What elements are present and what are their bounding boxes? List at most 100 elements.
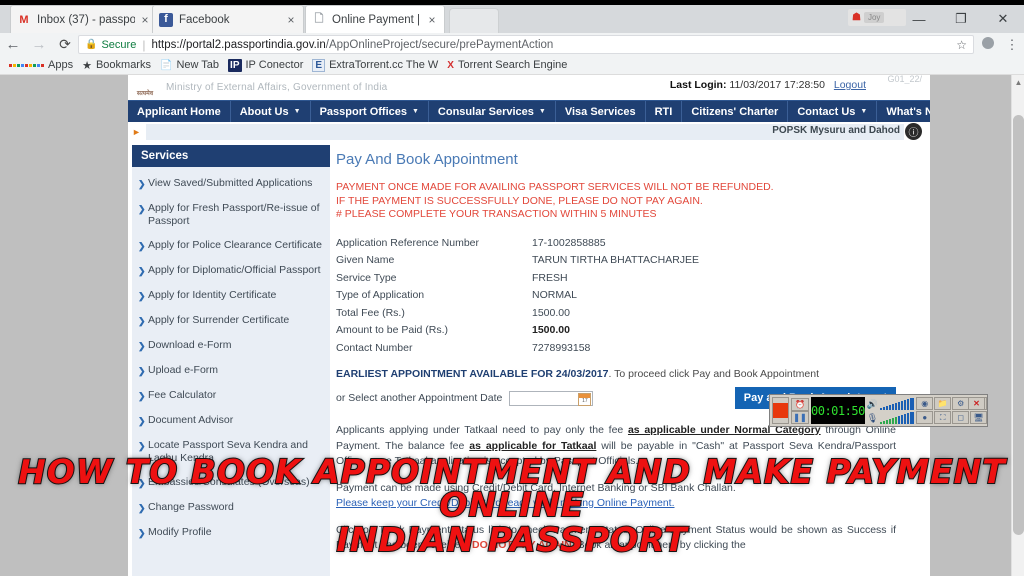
chevron-right-icon: ❯ bbox=[138, 241, 146, 251]
sidebar-item-label: Modify Profile bbox=[148, 526, 212, 538]
chevron-down-icon: ▼ bbox=[538, 108, 546, 115]
sidebar-item-label: Apply for Identity Certificate bbox=[148, 289, 277, 301]
nav-whats-new[interactable]: What's New bbox=[877, 101, 930, 122]
sidebar-item-upload-eform[interactable]: ❯ Upload e-Form bbox=[138, 364, 324, 378]
scrollbar-thumb[interactable] bbox=[1013, 115, 1024, 535]
close-icon[interactable]: × bbox=[139, 14, 151, 26]
nav-applicant-home[interactable]: Applicant Home bbox=[128, 101, 231, 122]
new-tab-button[interactable] bbox=[449, 8, 499, 33]
nav-visa-services[interactable]: Visa Services bbox=[556, 101, 646, 122]
sidebar-item-embassies[interactable]: ❯ Embassies/Consulates (Overseas) bbox=[138, 476, 324, 490]
reload-button[interactable]: ⟳ bbox=[52, 36, 78, 53]
webcam-icon[interactable]: ◉ bbox=[916, 397, 934, 410]
detail-label: Type of Application bbox=[336, 289, 425, 301]
sidebar-item-identity-certificate[interactable]: ❯ Apply for Identity Certificate bbox=[138, 289, 324, 303]
appointment-date-input[interactable]: 17 bbox=[509, 390, 594, 406]
bookmark-apps[interactable]: Apps bbox=[9, 59, 73, 71]
sidebar-item-document-advisor[interactable]: ❯ Document Advisor bbox=[138, 414, 324, 428]
close-icon[interactable]: ✕ bbox=[968, 397, 985, 410]
sidebar-item-locate-kendra[interactable]: ❯ Locate Passport Seva Kendra and Laghu … bbox=[138, 439, 324, 465]
application-details: Application Reference Number 17-10028588… bbox=[336, 235, 896, 358]
sidebar-item-view-saved[interactable]: ❯ View Saved/Submitted Applications bbox=[138, 177, 324, 191]
browser-tab-2[interactable]: 🗋 Online Payment | Passpo × bbox=[305, 5, 445, 33]
para1-link-tatkaal[interactable]: as applicable for Tatkaal bbox=[469, 440, 596, 452]
speaker-icon[interactable]: 🔊 bbox=[867, 399, 878, 410]
bookmark-star-icon[interactable]: ☆ bbox=[956, 38, 967, 52]
browser-menu-icon[interactable]: ⋮ bbox=[1000, 37, 1024, 53]
window-close-button[interactable]: ✕ bbox=[982, 5, 1024, 33]
monitor-icon[interactable]: 🖥 bbox=[970, 411, 988, 424]
main-content: Pay And Book Appointment PAYMENT ONCE MA… bbox=[336, 145, 896, 576]
browser-tab-1[interactable]: f Facebook × bbox=[152, 5, 304, 33]
fullscreen-icon[interactable]: ⛶ bbox=[934, 411, 952, 424]
forward-button[interactable]: → bbox=[26, 36, 52, 53]
maximize-button[interactable]: ❐ bbox=[940, 5, 982, 33]
sidebar-header: Services bbox=[132, 145, 330, 167]
address-bar[interactable]: 🔒 Secure | https://portal2.passportindia… bbox=[78, 35, 974, 54]
record-icon[interactable]: ● bbox=[916, 411, 934, 424]
sidebar-item-download-eform[interactable]: ❯ Download e-Form bbox=[138, 339, 324, 353]
para2-a: Payment can be made using Credit/Debit C… bbox=[336, 481, 736, 494]
microphone-icon[interactable]: 🎙 bbox=[867, 413, 878, 424]
window-icon[interactable]: ◻ bbox=[952, 411, 970, 424]
para2-b[interactable]: Please keep your Credit/Debit Card ready… bbox=[336, 497, 675, 509]
nav-about-us[interactable]: About Us ▼ bbox=[231, 101, 311, 122]
sidebar-item-label: Change Password bbox=[148, 501, 234, 513]
calendar-day: 17 bbox=[582, 398, 588, 404]
detail-value: 17-1002858885 bbox=[532, 236, 606, 249]
folder-icon[interactable]: 📁 bbox=[934, 397, 952, 410]
para1-a: Applicants applying under Tatkaal need t… bbox=[336, 424, 628, 436]
sidebar-item-change-password[interactable]: ❯ Change Password bbox=[138, 501, 324, 515]
sidebar-item-label: Upload e-Form bbox=[148, 364, 219, 376]
sidebar-item-fresh-passport[interactable]: ❯ Apply for Fresh Passport/Re-issue of P… bbox=[138, 202, 324, 228]
bookmark-torrent-search[interactable]: X Torrent Search Engine bbox=[447, 59, 567, 71]
window-controls: — ❐ ✕ bbox=[898, 5, 1024, 33]
nav-label: Passport Offices bbox=[319, 105, 407, 118]
pause-icon[interactable]: ❚❚ bbox=[791, 410, 809, 424]
sidebar-item-fee-calculator[interactable]: ❯ Fee Calculator bbox=[138, 389, 324, 403]
sidebar-item-police-clearance[interactable]: ❯ Apply for Police Clearance Certificate bbox=[138, 239, 324, 253]
bookmark-extratorrent[interactable]: E ExtraTorrent.cc The W bbox=[312, 58, 438, 72]
bookmark-ip-conector[interactable]: IP IP Conector bbox=[228, 58, 303, 72]
nav-citizens-charter[interactable]: Citizens' Charter bbox=[682, 101, 789, 122]
sidebar-item-label: Embassies/Consulates (Overseas) bbox=[148, 476, 310, 488]
browser-tab-0[interactable]: M Inbox (37) - passport199 × bbox=[10, 5, 158, 33]
chevron-right-icon: ❯ bbox=[138, 416, 146, 426]
alarm-icon[interactable]: ⏰ bbox=[791, 397, 809, 411]
chevron-right-icon: ❯ bbox=[138, 266, 146, 276]
sidebar-item-diplomatic-passport[interactable]: ❯ Apply for Diplomatic/Official Passport bbox=[138, 264, 324, 278]
nav-rti[interactable]: RTI bbox=[646, 101, 683, 122]
profile-icon[interactable] bbox=[976, 37, 1000, 52]
sidebar-item-modify-profile[interactable]: ❯ Modify Profile bbox=[138, 526, 324, 540]
nav-consular-services[interactable]: Consular Services ▼ bbox=[429, 101, 556, 122]
minimize-button[interactable]: — bbox=[898, 5, 940, 33]
detail-row: Type of Application NORMAL bbox=[336, 287, 896, 305]
detail-row: Amount to be Paid (Rs.) 1500.00 bbox=[336, 322, 896, 340]
page-scrollbar[interactable]: ▲ bbox=[1011, 75, 1024, 576]
detail-row: Contact Number 7278993158 bbox=[336, 340, 896, 358]
lock-icon: 🔒 bbox=[85, 39, 98, 50]
speaker-meter: 🔊 bbox=[867, 397, 915, 410]
scroll-up-arrow-icon[interactable]: ▲ bbox=[1012, 77, 1024, 89]
nav-passport-offices[interactable]: Passport Offices ▼ bbox=[311, 101, 429, 122]
nav-contact-us[interactable]: Contact Us ▼ bbox=[788, 101, 878, 122]
detail-label: Given Name bbox=[336, 254, 395, 266]
stop-icon[interactable] bbox=[772, 397, 789, 424]
info-icon[interactable]: ⓘ bbox=[905, 123, 922, 140]
last-login-label: Last Login: bbox=[669, 79, 727, 91]
bookmark-bookmarks[interactable]: ★ Bookmarks bbox=[82, 59, 151, 72]
chevron-right-icon: ❯ bbox=[138, 391, 146, 401]
screen-recorder-toolbar[interactable]: ⏰ ❚❚ 00:01:50 🔊 🎙 ◉ 📁 ⚙ ● ⛶ ◻ 🖥 ✕ bbox=[769, 394, 988, 427]
bookmark-new-tab[interactable]: 📄 New Tab bbox=[160, 59, 219, 71]
sidebar-list: ❯ View Saved/Submitted Applications ❯ Ap… bbox=[132, 167, 330, 540]
payment-methods-paragraph: Payment can be made using Credit/Debit C… bbox=[336, 481, 896, 512]
sidebar-item-surrender-certificate[interactable]: ❯ Apply for Surrender Certificate bbox=[138, 314, 324, 328]
calendar-icon[interactable]: 17 bbox=[578, 392, 592, 406]
settings-icon[interactable]: ⚙ bbox=[952, 397, 970, 410]
close-icon[interactable]: × bbox=[426, 14, 438, 26]
close-icon[interactable]: × bbox=[285, 14, 297, 26]
logout-link[interactable]: Logout bbox=[834, 79, 866, 91]
back-button[interactable]: ← bbox=[0, 36, 26, 53]
national-emblem-icon: सत्यमेव bbox=[136, 90, 154, 97]
detail-value: FRESH bbox=[532, 271, 568, 284]
